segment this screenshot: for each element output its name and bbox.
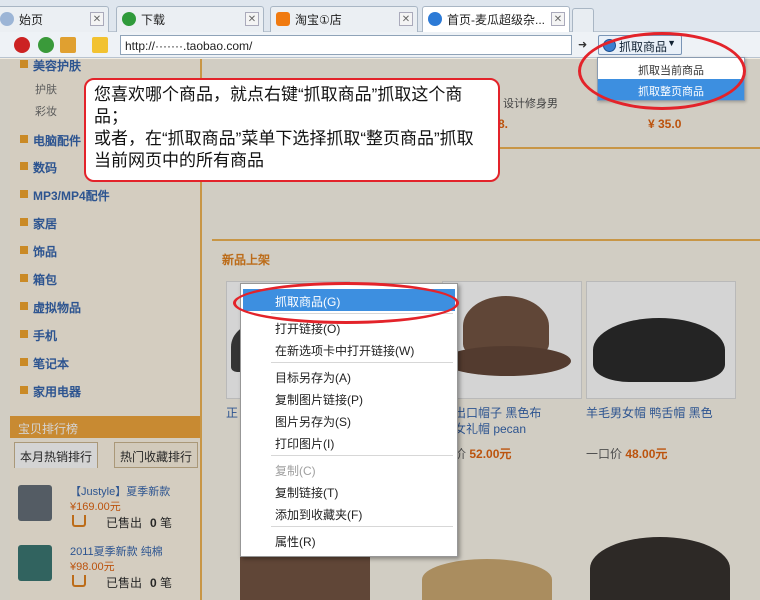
- close-icon[interactable]: ✕: [90, 12, 104, 26]
- menu-separator: [271, 526, 453, 527]
- page-icon: [0, 12, 14, 26]
- menu-item-copy-image-link[interactable]: 复制图片链接(P): [241, 387, 457, 409]
- instruction-callout: 您喜欢哪个商品，就点右键“抓取商品”抓取这个商品； 或者，在“抓取商品”菜单下选…: [84, 78, 500, 182]
- favorites-star-icon[interactable]: [92, 37, 108, 53]
- green-check-icon: [122, 12, 136, 26]
- callout-line-1: 您喜欢哪个商品，就点右键“抓取商品”抓取这个商品；: [94, 85, 463, 126]
- address-input[interactable]: http://·······.taobao.com/: [120, 35, 572, 55]
- close-icon[interactable]: ✕: [399, 12, 413, 26]
- home-icon[interactable]: [60, 37, 76, 53]
- tab-home-active[interactable]: 首页-麦瓜超级杂... ✕: [422, 6, 570, 33]
- callout-line-2: 或者，在“抓取商品”菜单下选择抓取“整页商品”抓取当前网页中的所有商品: [94, 129, 474, 170]
- tab-label: 首页-麦瓜超级杂...: [447, 13, 545, 27]
- taobao-icon: [276, 12, 290, 26]
- close-icon[interactable]: ✕: [551, 12, 565, 26]
- stop-icon[interactable]: [14, 37, 30, 53]
- menu-item-properties[interactable]: 属性(R): [241, 529, 457, 551]
- close-icon[interactable]: ✕: [245, 12, 259, 26]
- tab-label: 淘宝①店: [295, 13, 342, 27]
- menu-separator: [271, 455, 453, 456]
- tab-bar: 始页 ✕ 下载 ✕ 淘宝①店 ✕ 首页-麦瓜超级杂... ✕: [0, 0, 760, 33]
- menu-item-save-target[interactable]: 目标另存为(A): [241, 365, 457, 387]
- new-tab-button[interactable]: [572, 8, 594, 32]
- tab-start-page[interactable]: 始页 ✕: [0, 6, 109, 32]
- tab-label: 下载: [141, 13, 166, 27]
- context-menu: 抓取商品(G) 打开链接(O) 在新选项卡中打开链接(W) 目标另存为(A) 复…: [240, 283, 458, 557]
- menu-item-add-favorites[interactable]: 添加到收藏夹(F): [241, 502, 457, 524]
- highlight-ring: [233, 282, 459, 324]
- menu-separator: [271, 362, 453, 363]
- go-arrow-icon[interactable]: ➜: [578, 38, 587, 51]
- tab-taobao-shop[interactable]: 淘宝①店 ✕: [270, 6, 418, 32]
- menu-item-copy-link[interactable]: 复制链接(T): [241, 480, 457, 502]
- menu-item-save-image[interactable]: 图片另存为(S): [241, 409, 457, 431]
- menu-item-copy: 复制(C): [275, 464, 316, 478]
- tab-label: 始页: [19, 13, 44, 27]
- tab-download[interactable]: 下载 ✕: [116, 6, 264, 32]
- menu-item-open-new-tab[interactable]: 在新选项卡中打开链接(W): [241, 338, 457, 360]
- ie-icon: [428, 12, 442, 26]
- highlight-ring: [578, 32, 746, 110]
- refresh-icon[interactable]: [38, 37, 54, 53]
- menu-item-print-image[interactable]: 打印图片(I): [241, 431, 457, 453]
